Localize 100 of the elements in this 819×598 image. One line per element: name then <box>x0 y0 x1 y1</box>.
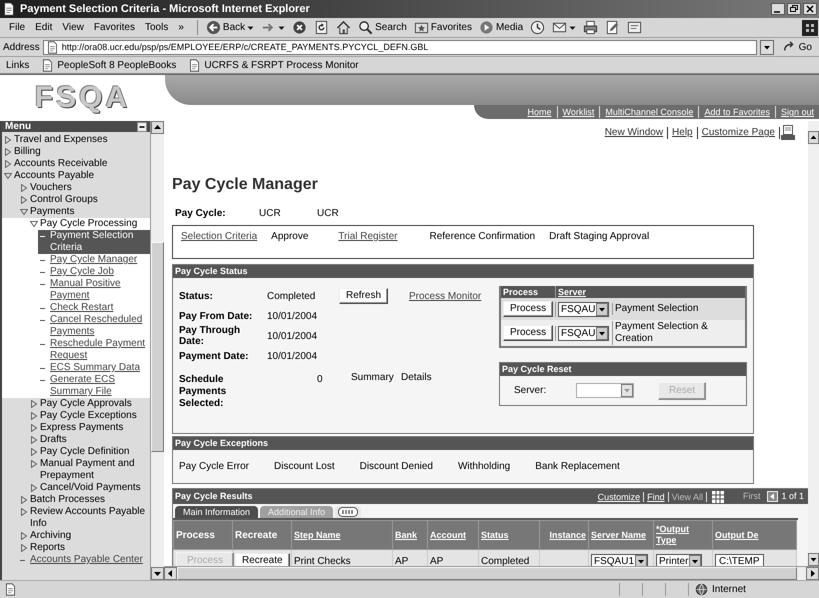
process-button[interactable]: Process <box>503 301 554 317</box>
menu-link[interactable]: Reschedule Payment Request <box>38 338 150 362</box>
menu-folder[interactable]: Vouchers <box>18 182 150 194</box>
address-field[interactable]: http://ora08.ucr.edu/psp/ps/EMPLOYEE/ERP/c/CREATE_PAYMENTS.PYCYCL_DEFN.GBL <box>42 40 757 54</box>
step-link[interactable]: Trial Register <box>338 231 398 242</box>
menu-folder[interactable]: Billing <box>2 146 150 158</box>
nav-link[interactable]: Home <box>522 106 557 118</box>
bookmark-link[interactable]: PeopleSoft 8 PeopleBooks <box>41 58 176 72</box>
restore-button[interactable] <box>787 3 801 15</box>
process-monitor-link[interactable]: Process Monitor <box>401 290 493 302</box>
menu-link[interactable]: Generate ECS Summary File <box>38 374 150 398</box>
step-link[interactable]: Selection Criteria <box>181 231 258 242</box>
menu-item[interactable]: Tools <box>140 22 174 33</box>
menu-link[interactable]: Pay Cycle Manager <box>38 254 150 266</box>
menu-folder[interactable]: Batch Processes <box>18 494 150 506</box>
menu-folder[interactable]: Pay Cycle Approvals <box>28 398 150 410</box>
grid-link[interactable]: Find <box>644 492 669 502</box>
collapse-button[interactable] <box>137 122 147 132</box>
menu-item[interactable]: File <box>4 22 30 33</box>
favorites-button[interactable]: Favorites <box>412 20 474 35</box>
mail-button[interactable] <box>550 20 578 35</box>
nav-link[interactable]: Sign out <box>774 106 819 118</box>
scroll-right-button[interactable] <box>806 567 819 580</box>
browser-logo-icon <box>801 20 819 36</box>
view-label: Summary <box>350 372 395 383</box>
exception-label: Pay Cycle Error <box>179 461 250 472</box>
process-button[interactable]: Process <box>503 325 554 341</box>
grid-icon[interactable] <box>710 490 725 504</box>
page-link[interactable]: Customize Page <box>698 127 780 139</box>
menu-folder[interactable]: Payments <box>18 206 150 218</box>
menu-folder[interactable]: Pay Cycle Exceptions <box>28 410 150 422</box>
column-header-link[interactable]: Server Name <box>588 520 654 550</box>
text-field[interactable]: C:\TEMP <box>715 554 764 566</box>
menu-link[interactable]: Pay Cycle Job <box>38 266 150 278</box>
scroll-up-button[interactable] <box>808 131 819 144</box>
column-header-link[interactable]: Status <box>478 520 540 550</box>
dropdown-button[interactable] <box>760 40 774 54</box>
menu-item[interactable]: Favorites <box>88 22 140 33</box>
menu-folder[interactable]: Express Payments <box>28 422 150 434</box>
nav-link[interactable]: MultiChannel Console <box>599 106 698 118</box>
back-button[interactable]: Back <box>204 20 256 35</box>
step-label: Reference Confirmation <box>430 231 536 242</box>
bookmark-link[interactable]: UCRFS & FSRPT Process Monitor <box>188 58 359 72</box>
column-header-link[interactable]: *Output Type <box>654 520 712 550</box>
tab[interactable]: Main Information <box>175 506 258 518</box>
search-button[interactable]: Search <box>356 20 409 35</box>
menu-link[interactable]: Check Restart <box>38 302 150 314</box>
scroll-left-button[interactable] <box>164 567 177 580</box>
menu-folder[interactable]: Archiving <box>18 530 150 542</box>
menu-item[interactable]: » <box>173 22 189 33</box>
refresh-button[interactable]: Refresh <box>339 288 388 304</box>
media-button[interactable]: Media <box>476 20 526 35</box>
server-dropdown[interactable] <box>576 383 634 398</box>
nav-link[interactable]: Worklist <box>556 106 600 118</box>
menu-link[interactable]: Payment Selection Criteria <box>38 230 150 254</box>
menu-folder[interactable]: Drafts <box>28 434 150 446</box>
note-icon <box>627 20 642 35</box>
menu-folder[interactable]: Cancel/Void Payments <box>28 482 150 494</box>
menu-item[interactable]: Edit <box>30 22 58 33</box>
previous-button[interactable] <box>767 491 778 502</box>
menu-link[interactable]: Accounts Payable Center <box>18 554 150 566</box>
scroll-down-button[interactable] <box>808 553 819 566</box>
menu-link[interactable]: Manual Positive Payment <box>38 278 150 302</box>
column-header-link[interactable]: Output De <box>712 520 796 550</box>
column-header-link[interactable]: Step Name <box>292 520 392 550</box>
menu-folder[interactable]: Review Accounts Payable Info <box>18 506 150 530</box>
page-icon <box>2 2 16 16</box>
server-dropdown[interactable]: FSQAU <box>558 326 610 340</box>
page-link[interactable]: Help <box>668 127 698 139</box>
menu-folder[interactable]: Pay Cycle Processing <box>28 218 150 230</box>
scroll-down-button[interactable] <box>151 567 164 580</box>
show-columns-tab[interactable] <box>335 506 362 518</box>
nav-link[interactable]: Add to Favorites <box>698 106 775 118</box>
logo: FSQA <box>34 81 130 115</box>
menu-folder[interactable]: Reports <box>18 542 150 554</box>
minimize-button[interactable] <box>771 3 785 15</box>
column-header-link[interactable]: Account <box>428 520 478 550</box>
menu-item[interactable]: View <box>57 22 89 33</box>
menu-folder[interactable]: Manual Payment and Prepayment <box>28 458 150 482</box>
menu-folder[interactable]: Travel and Expenses <box>2 134 150 146</box>
column-header-link[interactable]: Bank <box>392 520 428 550</box>
menu-folder[interactable]: Accounts Receivable <box>2 158 150 170</box>
go-button[interactable]: Go <box>776 40 816 54</box>
menu-folder[interactable]: Pay Cycle Definition <box>28 446 150 458</box>
close-button[interactable] <box>803 3 817 15</box>
http-page-icon[interactable] <box>780 125 796 141</box>
table-button[interactable]: Recreate <box>235 553 290 566</box>
scrollbar-thumb[interactable] <box>151 242 164 452</box>
scroll-up-button[interactable] <box>151 121 164 134</box>
menu-link[interactable]: ECS Summary Data <box>38 362 150 374</box>
table-dropdown[interactable]: FSQAU1 <box>591 554 648 566</box>
first-label: First <box>742 490 760 503</box>
column-header-link[interactable]: Instance <box>540 520 588 550</box>
menu-link[interactable]: Cancel Rescheduled Payments <box>38 314 150 338</box>
grid-link[interactable]: Customize <box>594 492 644 502</box>
menu-folder[interactable]: Control Groups <box>18 194 150 206</box>
server-dropdown[interactable]: FSQAU <box>558 302 610 316</box>
menu-folder[interactable]: Accounts Payable <box>2 170 150 182</box>
page-link[interactable]: New Window <box>600 127 668 139</box>
table-dropdown[interactable]: Printer <box>656 554 702 566</box>
